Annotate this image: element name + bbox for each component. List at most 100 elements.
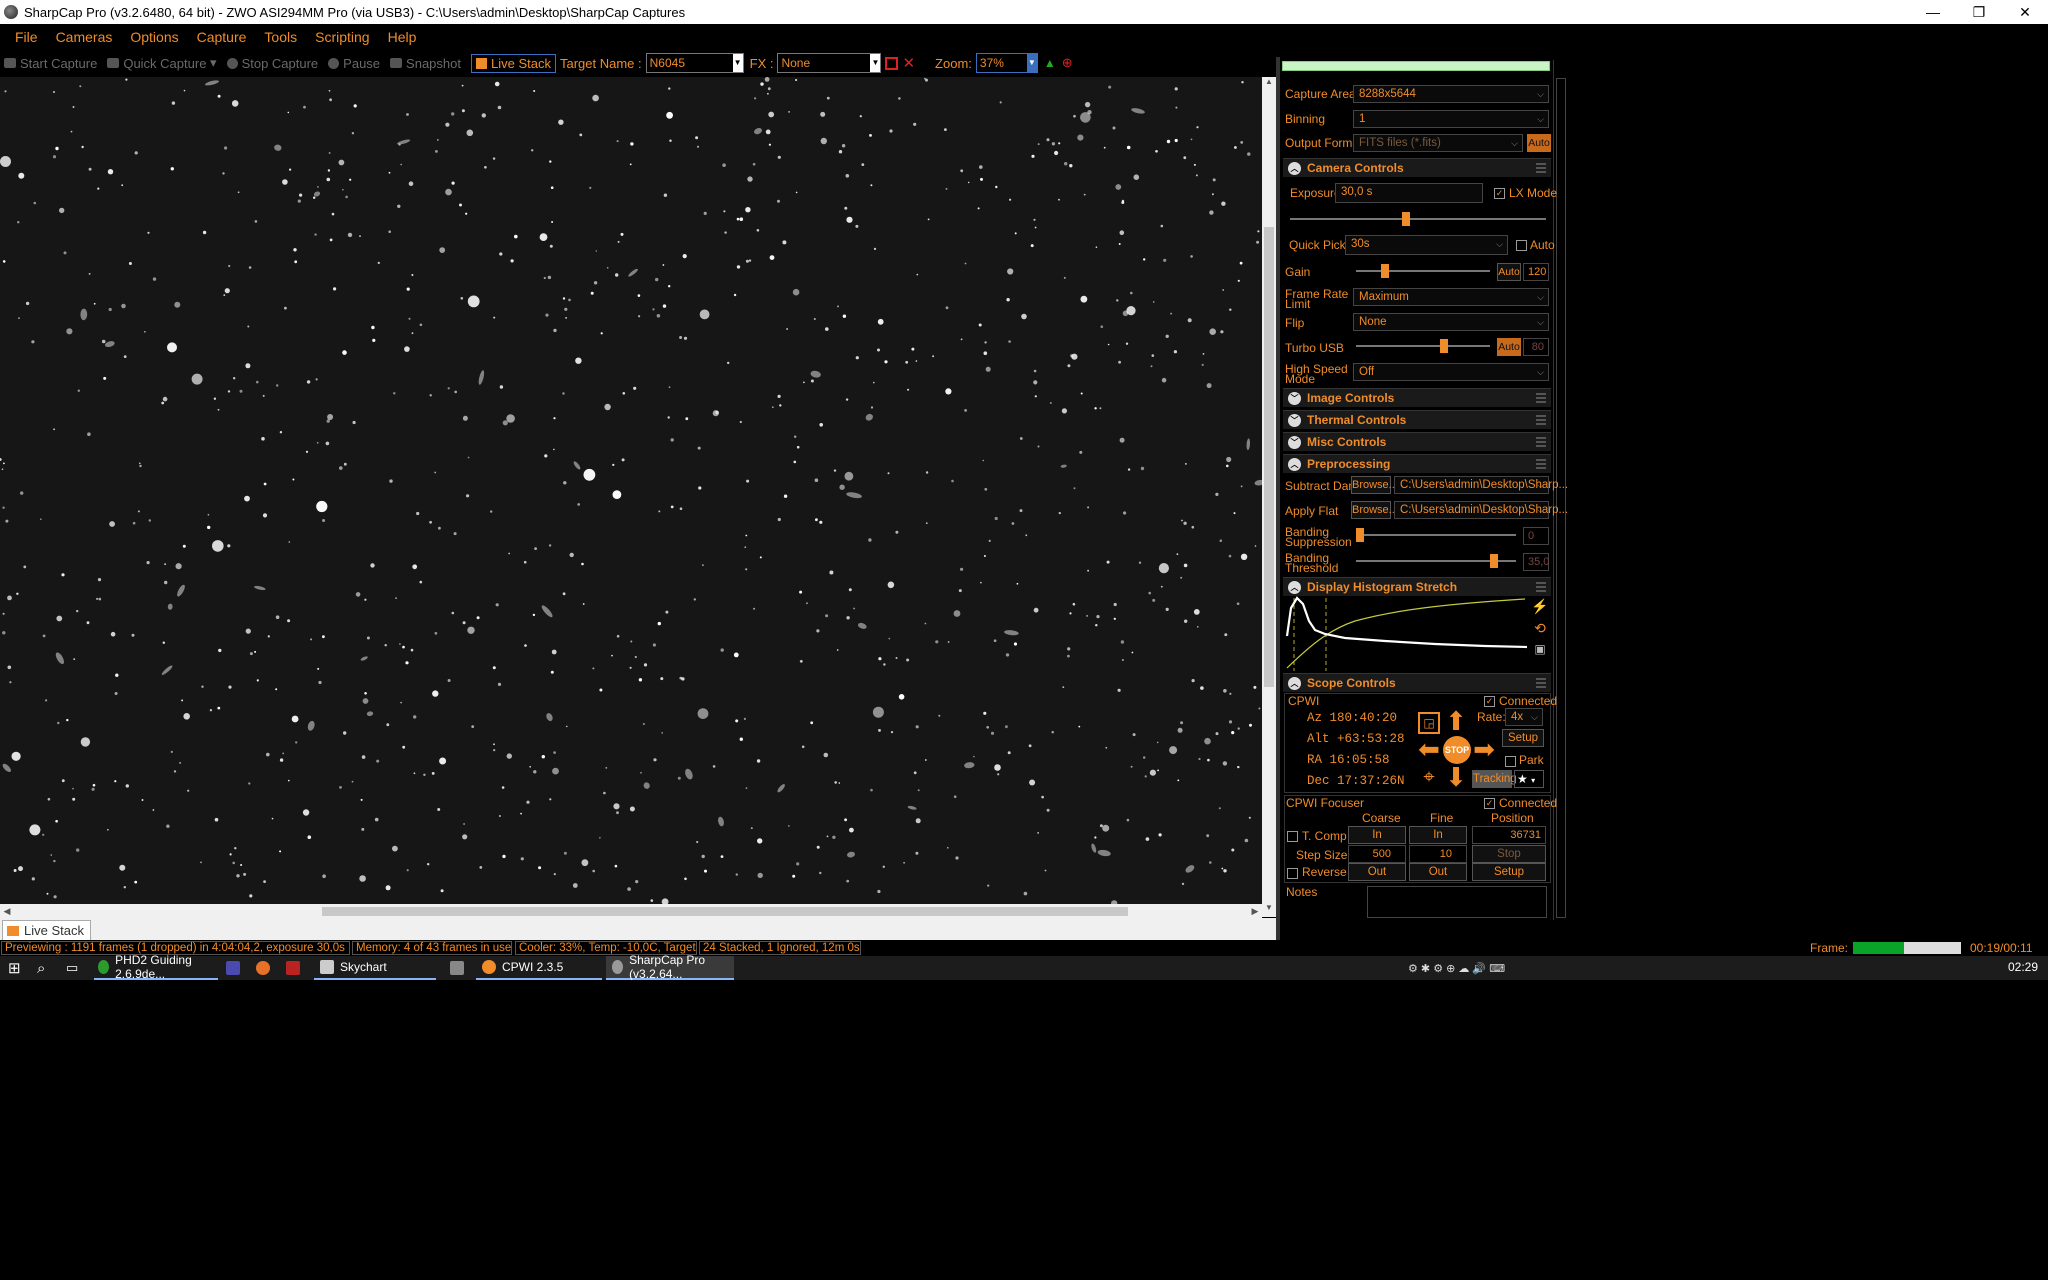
turbo-usb-slider[interactable] xyxy=(1356,339,1490,353)
section-menu-icon[interactable] xyxy=(1536,459,1546,469)
save-icon[interactable]: ▣ xyxy=(1531,642,1549,660)
scroll-thumb[interactable] xyxy=(322,907,1128,916)
reset-icon[interactable]: ⟲ xyxy=(1531,620,1549,638)
apply-flat-browse-button[interactable]: Browse... xyxy=(1351,501,1398,519)
notes-textarea[interactable] xyxy=(1367,886,1547,918)
turbo-usb-slider-knob[interactable] xyxy=(1440,339,1448,353)
menu-options[interactable]: Options xyxy=(121,29,187,45)
tracking-mode-select[interactable]: ★ ▾ xyxy=(1514,770,1544,788)
stop-capture-button[interactable]: Stop Capture xyxy=(226,56,318,71)
t-comp-checkbox[interactable] xyxy=(1287,831,1298,842)
histogram-icon[interactable]: ▲ xyxy=(1044,56,1056,70)
taskbar-item-skychart[interactable]: Skychart xyxy=(314,956,436,980)
misc-controls-header[interactable]: ﹀ Misc Controls xyxy=(1283,432,1551,451)
coarse-step-input[interactable]: 500 xyxy=(1348,845,1406,863)
exposure-slider-knob[interactable] xyxy=(1402,212,1410,226)
focuser-setup-button[interactable]: Setup xyxy=(1472,863,1546,881)
menu-capture[interactable]: Capture xyxy=(188,29,256,45)
collapse-icon[interactable]: ︿ xyxy=(1288,161,1301,175)
scroll-left-icon[interactable]: ◀ xyxy=(0,904,14,918)
banding-threshold-slider[interactable] xyxy=(1356,554,1516,568)
rate-select[interactable]: 4x ⌵ xyxy=(1505,708,1543,726)
crosshair-icon[interactable]: ✕ xyxy=(902,54,915,72)
banding-suppression-knob[interactable] xyxy=(1356,528,1364,542)
section-menu-icon[interactable] xyxy=(1536,415,1546,425)
preprocessing-header[interactable]: ︿ Preprocessing xyxy=(1283,454,1551,473)
chevron-down-icon[interactable]: ▼ xyxy=(732,54,743,72)
gain-slider-knob[interactable] xyxy=(1381,264,1389,278)
thermal-controls-header[interactable]: ﹀ Thermal Controls xyxy=(1283,410,1551,429)
scope-controls-header[interactable]: ︿ Scope Controls xyxy=(1283,673,1551,692)
fine-step-input[interactable]: 10 xyxy=(1409,845,1467,863)
taskbar-item-sharpcap[interactable]: SharpCap Pro (v3.2.64... xyxy=(606,953,734,981)
chevron-down-icon[interactable]: ▼ xyxy=(870,54,881,72)
chevron-down-icon[interactable]: ▼ xyxy=(1026,54,1037,72)
live-stack-button[interactable]: Live Stack xyxy=(470,53,556,73)
arrow-down-icon[interactable]: ⬇ xyxy=(1443,764,1469,790)
section-menu-icon[interactable] xyxy=(1536,163,1546,173)
taskbar-item-cpwi[interactable]: CPWI 2.3.5 xyxy=(476,956,602,980)
fine-out-button[interactable]: Out xyxy=(1409,863,1467,881)
reticle-icon[interactable] xyxy=(885,56,899,70)
panel-splitter[interactable] xyxy=(1276,57,1280,940)
zoom-select[interactable]: 37% ▼ xyxy=(975,53,1038,73)
coarse-out-button[interactable]: Out xyxy=(1348,863,1406,881)
quick-capture-button[interactable]: Quick Capture ▾ xyxy=(107,55,217,71)
output-format-auto-button[interactable]: Auto xyxy=(1527,134,1551,152)
focuser-connected-checkbox[interactable]: ✓ xyxy=(1484,798,1495,809)
tracking-button[interactable]: Tracking xyxy=(1472,770,1517,788)
target-icon[interactable]: ⌖ xyxy=(1418,766,1440,788)
scroll-thumb[interactable] xyxy=(1264,227,1274,687)
system-tray-icons[interactable]: ⚙ ✱ ⚙ ⊕ ☁ 🔊 ⌨ xyxy=(1408,956,1505,980)
focuser-stop-button[interactable]: Stop xyxy=(1472,845,1546,863)
lx-mode-checkbox[interactable]: ✓ xyxy=(1494,188,1505,199)
search-icon[interactable]: ⌕ xyxy=(37,956,45,980)
image-viewport[interactable] xyxy=(0,77,1262,904)
output-format-select[interactable]: FITS files (*.fits) ⌵ xyxy=(1353,134,1523,152)
menu-help[interactable]: Help xyxy=(379,29,426,45)
taskbar-app-icon[interactable] xyxy=(226,956,246,980)
menu-file[interactable]: File xyxy=(6,29,47,45)
start-capture-button[interactable]: Start Capture xyxy=(4,56,97,71)
exposure-slider[interactable] xyxy=(1290,212,1546,226)
scope-connected-checkbox[interactable]: ✓ xyxy=(1484,696,1495,707)
asi-studio-icon[interactable] xyxy=(286,956,306,980)
banding-threshold-value[interactable]: 35,0 xyxy=(1523,553,1549,571)
subtract-dark-select[interactable]: C:\Users\admin\Desktop\Sharp... ⌵ xyxy=(1394,476,1568,494)
histogram-plot[interactable] xyxy=(1285,596,1528,671)
scope-setup-button[interactable]: Setup xyxy=(1502,729,1544,747)
stop-slew-button[interactable]: STOP xyxy=(1443,736,1471,764)
windows-start-icon[interactable]: ⊞ xyxy=(8,956,21,980)
scroll-right-icon[interactable]: ▶ xyxy=(1248,904,1262,918)
section-menu-icon[interactable] xyxy=(1536,437,1546,447)
firefox-icon[interactable] xyxy=(256,956,276,980)
section-menu-icon[interactable] xyxy=(1536,678,1546,688)
arrow-up-icon[interactable]: ⬆ xyxy=(1443,708,1469,734)
banding-threshold-knob[interactable] xyxy=(1490,554,1498,568)
magnifier-icon[interactable]: ⊕ xyxy=(1062,55,1073,71)
scroll-down-icon[interactable]: ▼ xyxy=(1262,903,1276,917)
gain-slider[interactable] xyxy=(1356,264,1490,278)
collapse-icon[interactable]: ︿ xyxy=(1288,580,1301,594)
gain-auto-button[interactable]: Auto xyxy=(1497,263,1521,281)
expand-icon[interactable]: ﹀ xyxy=(1288,391,1301,405)
high-speed-select[interactable]: Off ⌵ xyxy=(1353,363,1549,381)
banding-suppression-value[interactable]: 0 xyxy=(1523,527,1549,545)
task-view-icon[interactable]: ▭ xyxy=(66,956,78,980)
taskbar-item-phd2[interactable]: PHD2 Guiding 2.6.9de... xyxy=(94,953,218,981)
image-vertical-scrollbar[interactable]: ▲ ▼ xyxy=(1262,77,1276,917)
fx-select[interactable]: None ▼ xyxy=(777,53,882,73)
frame-rate-select[interactable]: Maximum ⌵ xyxy=(1353,288,1549,306)
fine-in-button[interactable]: In xyxy=(1409,826,1467,844)
target-name-input[interactable]: N6045 ▼ xyxy=(645,53,744,73)
gain-value-input[interactable]: 120 xyxy=(1523,263,1549,281)
arrow-left-icon[interactable]: ⬅ xyxy=(1416,736,1442,762)
turbo-usb-auto-button[interactable]: Auto xyxy=(1497,338,1521,356)
image-controls-header[interactable]: ﹀ Image Controls xyxy=(1283,388,1551,407)
exposure-input[interactable]: 30,0 s xyxy=(1335,183,1483,203)
scroll-thumb[interactable] xyxy=(1556,78,1566,918)
quick-picks-auto-checkbox[interactable] xyxy=(1516,240,1527,251)
close-button[interactable]: ✕ xyxy=(2002,0,2048,24)
arrow-right-icon[interactable]: ➡ xyxy=(1471,736,1497,762)
minimize-button[interactable]: — xyxy=(1910,0,1956,24)
